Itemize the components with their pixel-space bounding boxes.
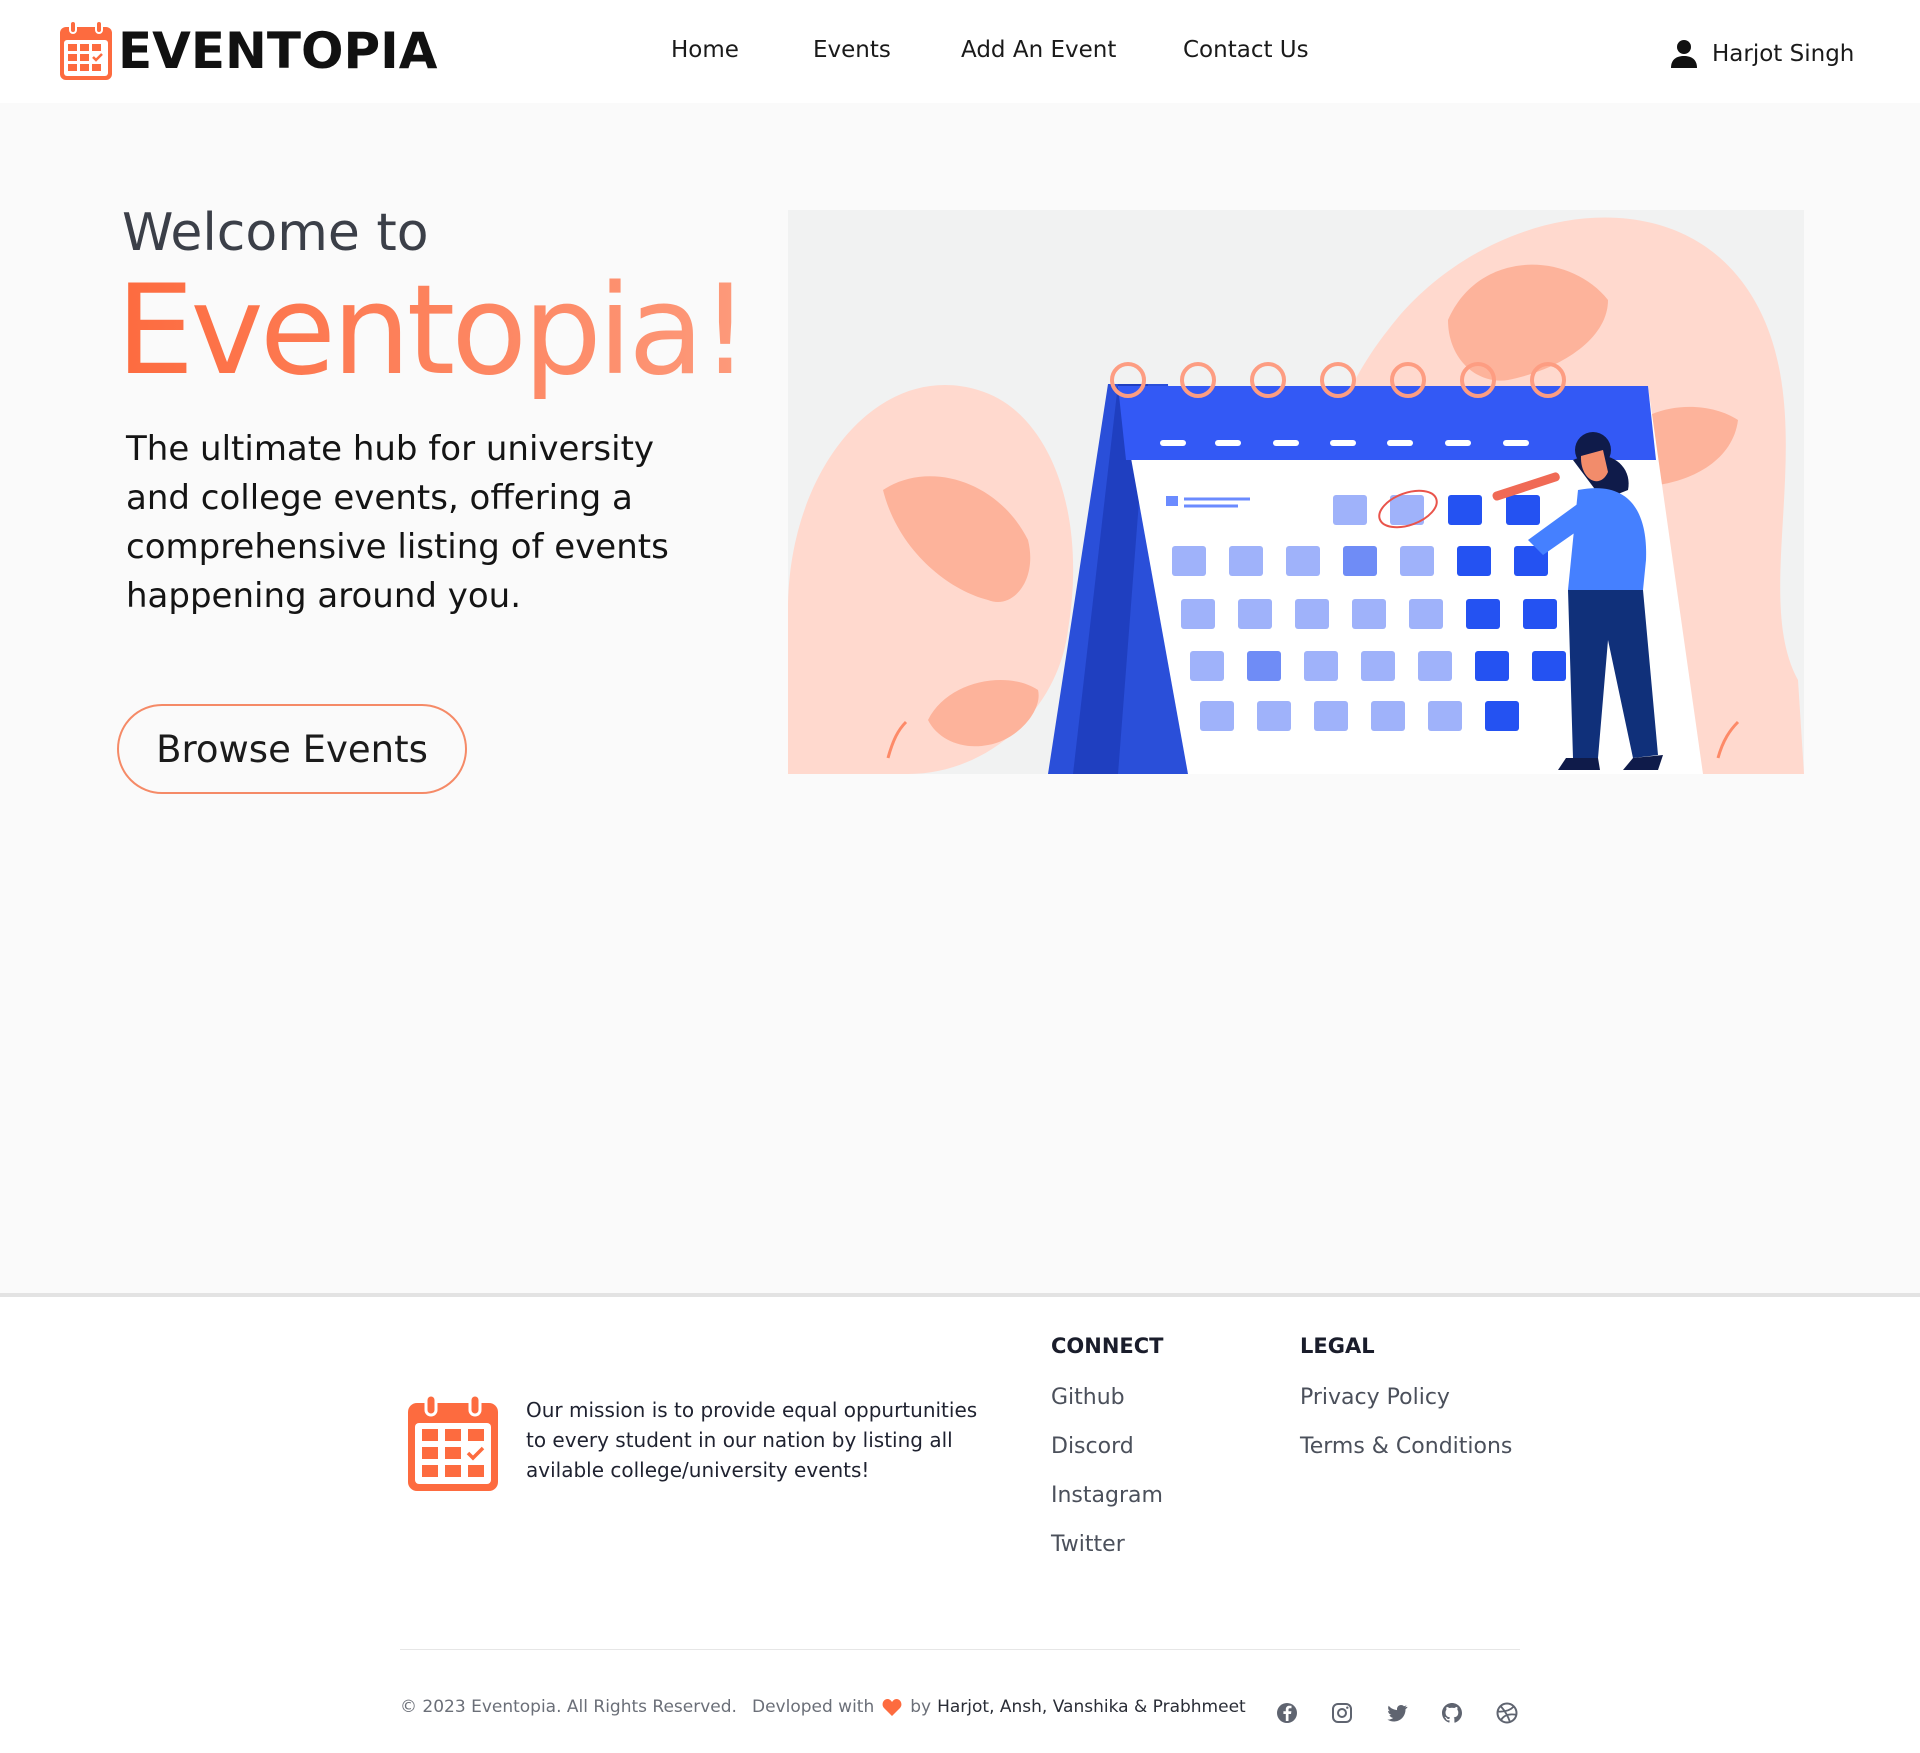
- footer: Our mission is to provide equal oppurtun…: [0, 1293, 1920, 1753]
- user-icon: [1671, 40, 1697, 68]
- developer-names: Harjot, Ansh, Vanshika & Prabhmeet: [937, 1697, 1246, 1717]
- footer-link-twitter[interactable]: Twitter: [1051, 1532, 1125, 1557]
- connect-heading: CONNECT: [1051, 1334, 1164, 1358]
- footer-divider: [400, 1649, 1520, 1650]
- nav-events[interactable]: Events: [813, 34, 891, 66]
- calendar-illustration: [788, 210, 1804, 774]
- user-menu[interactable]: Harjot Singh: [1670, 37, 1854, 71]
- hero-section: Welcome to Eventopia! The ultimate hub f…: [0, 103, 1920, 1293]
- main-nav: Home Events Add An Event Contact Us: [0, 34, 1920, 70]
- hero-tagline: The ultimate hub for university and coll…: [126, 429, 669, 616]
- developed-by-word: by: [910, 1697, 932, 1717]
- instagram-icon[interactable]: [1330, 1701, 1354, 1725]
- dribbble-icon[interactable]: [1495, 1701, 1519, 1725]
- footer-link-terms-conditions[interactable]: Terms & Conditions: [1300, 1434, 1512, 1459]
- developed-prefix: Devloped with: [752, 1697, 875, 1717]
- browse-events-button[interactable]: Browse Events: [117, 704, 467, 794]
- footer-link-github[interactable]: Github: [1051, 1385, 1125, 1410]
- navbar: EVENTOPIA Home Events Add An Event Conta…: [0, 0, 1920, 103]
- developed-by: Devloped with by Harjot, Ansh, Vanshika …: [752, 1697, 1246, 1717]
- calendar-illustration-svg: [788, 217, 1804, 774]
- footer-link-privacy-policy[interactable]: Privacy Policy: [1300, 1385, 1450, 1410]
- calendar-logo-icon: [408, 1393, 498, 1491]
- nav-add-event[interactable]: Add An Event: [961, 34, 1116, 66]
- user-name: Harjot Singh: [1712, 41, 1855, 67]
- nav-contact-us[interactable]: Contact Us: [1183, 34, 1309, 66]
- heart-icon: [882, 1698, 902, 1716]
- hero-title: Eventopia!: [116, 256, 750, 406]
- footer-mission: Our mission is to provide equal oppurtun…: [526, 1398, 978, 1482]
- github-icon[interactable]: [1440, 1701, 1464, 1725]
- nav-home[interactable]: Home: [671, 34, 739, 66]
- twitter-icon[interactable]: [1385, 1701, 1409, 1725]
- facebook-icon[interactable]: [1275, 1701, 1299, 1725]
- legal-heading: LEGAL: [1300, 1334, 1375, 1358]
- copyright: © 2023 Eventopia. All Rights Reserved.: [400, 1697, 737, 1717]
- footer-link-instagram[interactable]: Instagram: [1051, 1483, 1163, 1508]
- footer-link-discord[interactable]: Discord: [1051, 1434, 1134, 1459]
